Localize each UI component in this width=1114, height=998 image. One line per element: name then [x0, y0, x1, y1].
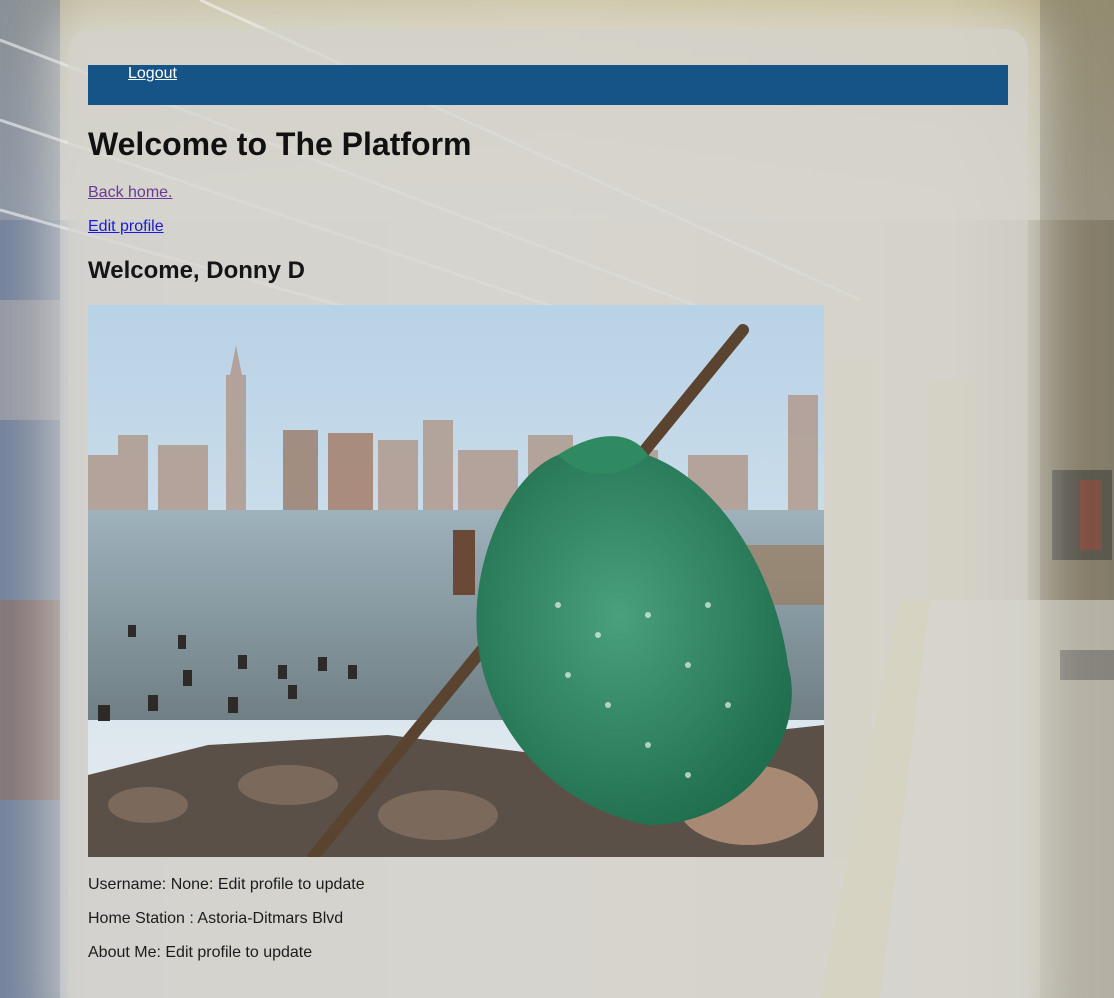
edit-profile-link[interactable]: Edit profile — [88, 217, 164, 237]
welcome-heading: Welcome, Donny D — [88, 257, 305, 284]
page-title: Welcome to The Platform — [88, 126, 472, 162]
back-home-link[interactable]: Back home. — [88, 183, 172, 203]
logout-link[interactable]: Logout — [128, 65, 177, 83]
profile-photo — [88, 305, 824, 857]
top-navbar: Logout — [88, 65, 1008, 105]
username-text: Username: None: Edit profile to update — [88, 876, 365, 893]
home-station-text: Home Station : Astoria-Ditmars Blvd — [88, 910, 344, 927]
about-me-text: About Me: Edit profile to update — [88, 944, 313, 961]
